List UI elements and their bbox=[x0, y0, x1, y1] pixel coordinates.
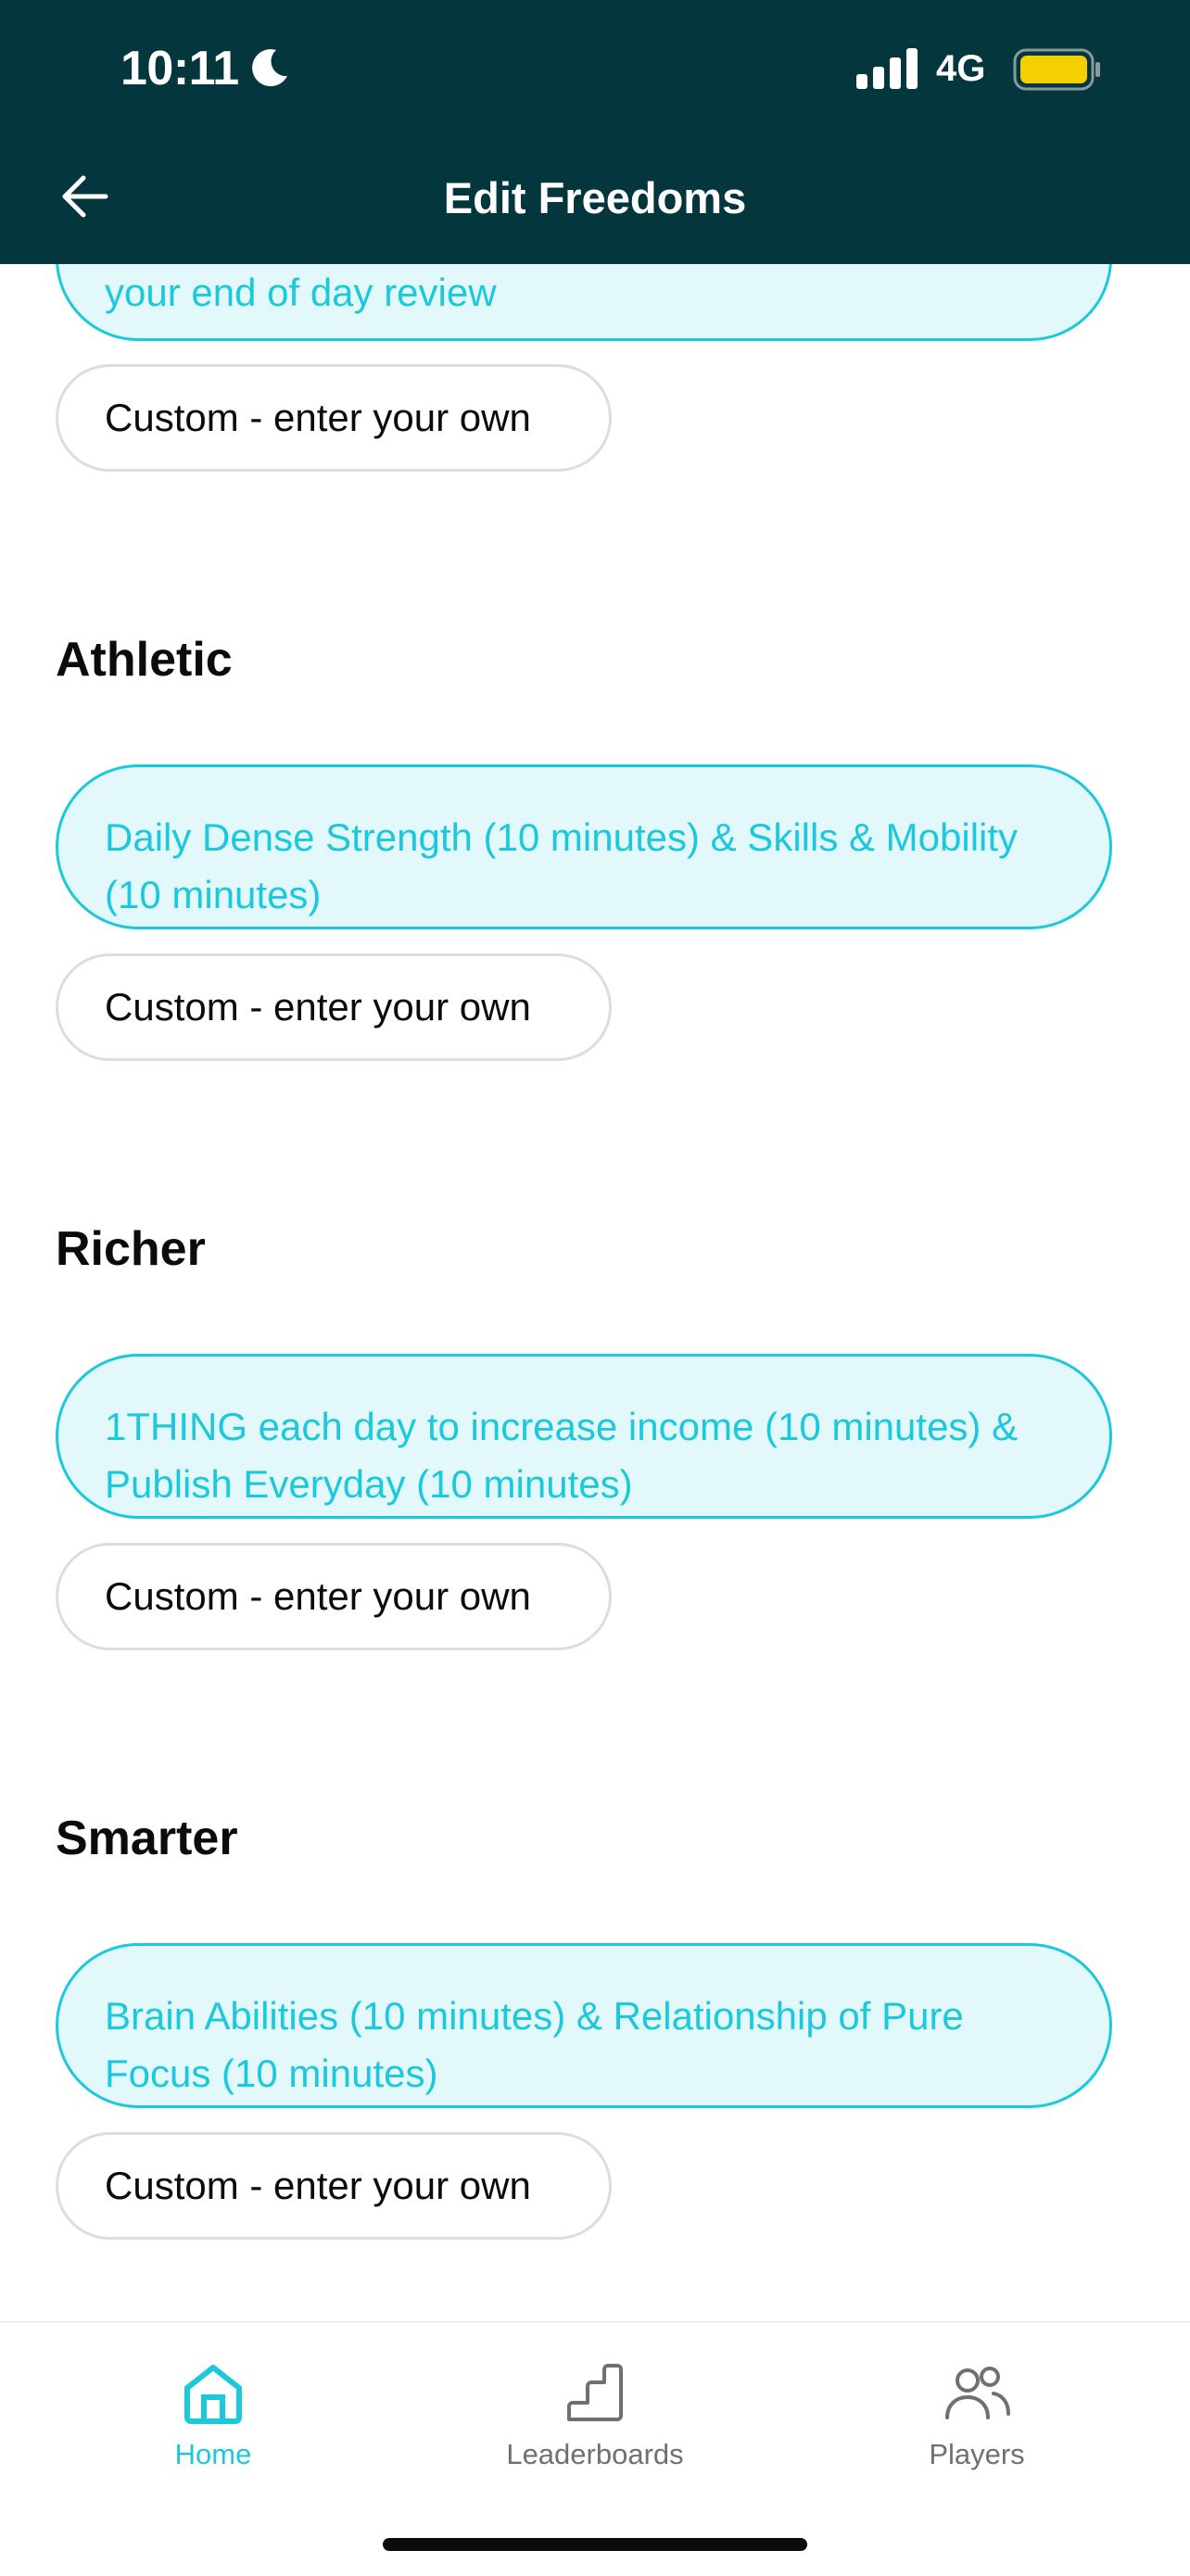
signal-icon bbox=[856, 48, 918, 89]
option-label: Custom - enter your own bbox=[105, 396, 531, 439]
status-time: 10:11 bbox=[120, 42, 239, 95]
stairs-icon bbox=[567, 2364, 623, 2421]
tab-players[interactable]: Players bbox=[838, 2358, 1116, 2471]
option-label: Brain Abilities (10 minutes) & Relations… bbox=[105, 1994, 964, 2095]
home-icon bbox=[184, 2365, 242, 2424]
network-type: 4G bbox=[936, 48, 986, 89]
app-header: 10:11 4G Edit Freedoms bbox=[0, 0, 1190, 264]
section-title-athletic: Athletic bbox=[56, 633, 233, 687]
moon-icon bbox=[252, 49, 287, 87]
option-label: Daily Dense Strength (10 minutes) & Skil… bbox=[105, 815, 1019, 916]
custom-option-button[interactable]: Custom - enter your own bbox=[56, 953, 612, 1061]
tab-leaderboards[interactable]: Leaderboards bbox=[456, 2358, 734, 2471]
section-title-richer: Richer bbox=[56, 1222, 206, 1276]
custom-option-button[interactable]: Custom - enter your own bbox=[56, 2132, 612, 2240]
tab-home[interactable]: Home bbox=[74, 2358, 352, 2471]
option-label: Custom - enter your own bbox=[105, 2164, 531, 2207]
custom-option-button[interactable]: Custom - enter your own bbox=[56, 1543, 612, 1650]
option-label: your end of day review bbox=[105, 271, 497, 314]
tab-label: Home bbox=[174, 2438, 252, 2470]
option-label: 1THING each day to increase income (10 m… bbox=[105, 1405, 1019, 1506]
section-title-smarter: Smarter bbox=[56, 1812, 238, 1865]
page-title: Edit Freedoms bbox=[443, 173, 747, 222]
freedom-option-selected[interactable]: Brain Abilities (10 minutes) & Relations… bbox=[56, 1943, 1112, 2108]
custom-option-button[interactable]: Custom - enter your own bbox=[56, 364, 612, 472]
freedom-option-selected[interactable]: Daily Dense Strength (10 minutes) & Skil… bbox=[56, 764, 1112, 929]
tab-label: Leaderboards bbox=[506, 2438, 684, 2470]
freedoms-list[interactable]: your end of day review Custom - enter yo… bbox=[0, 0, 1190, 2317]
freedom-option-selected[interactable]: 1THING each day to increase income (10 m… bbox=[56, 1354, 1112, 1519]
people-icon bbox=[945, 2367, 1010, 2419]
battery-icon bbox=[1013, 48, 1100, 91]
home-indicator bbox=[383, 2538, 807, 2551]
option-label: Custom - enter your own bbox=[105, 1574, 531, 1618]
option-label: Custom - enter your own bbox=[105, 985, 531, 1029]
tab-label: Players bbox=[929, 2438, 1025, 2470]
